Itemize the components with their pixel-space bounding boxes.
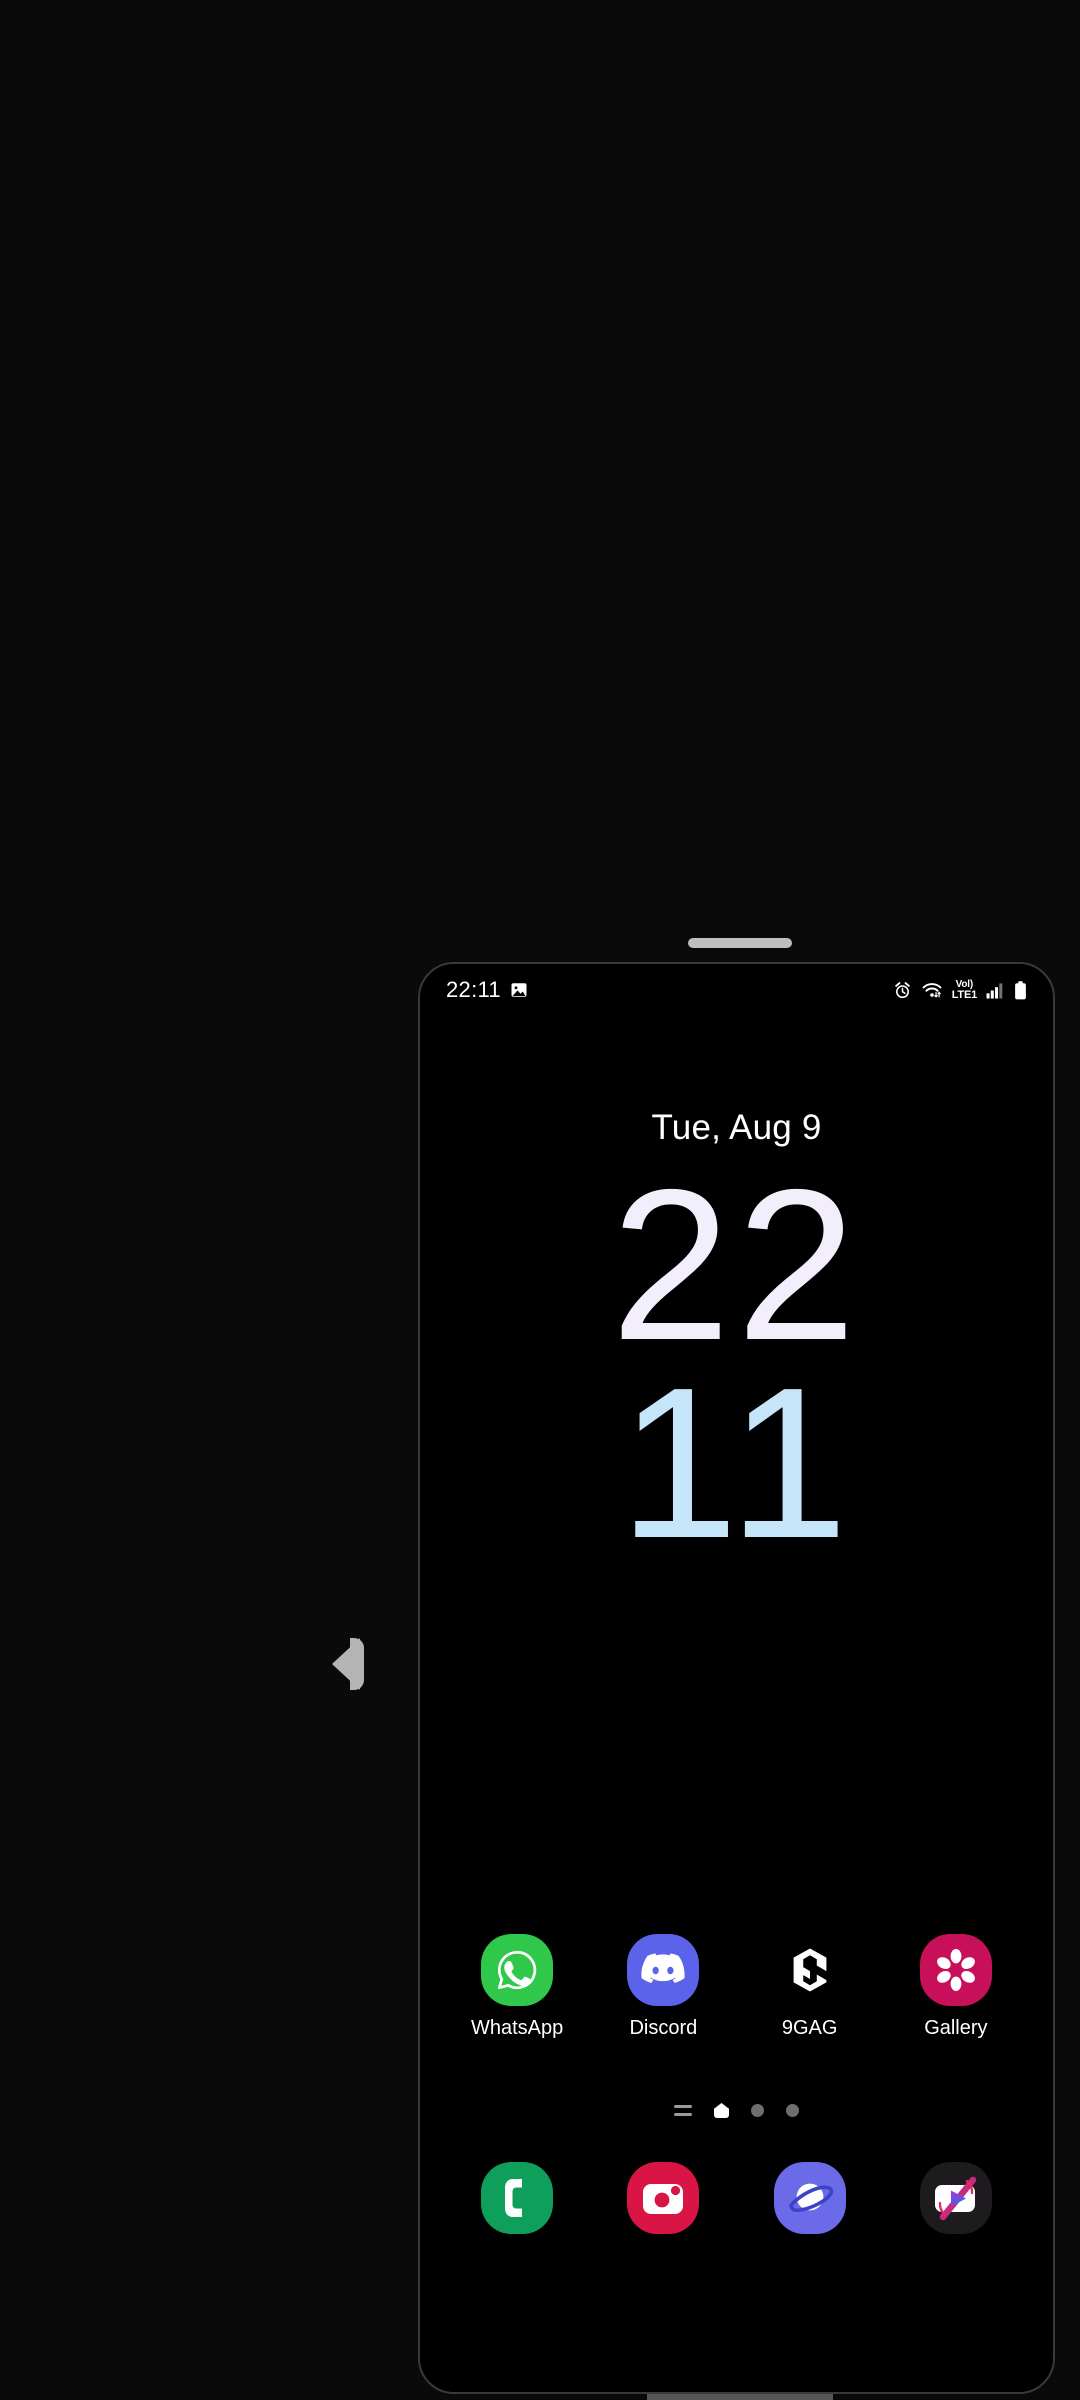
app-label: WhatsApp [470,2017,564,2039]
lock-date: Tue, Aug 9 [651,1108,822,1147]
discord-icon[interactable] [627,1934,700,2006]
clock-minutes: 11 [618,1341,855,1583]
youtube-vanced-icon[interactable] [919,2162,992,2234]
status-bar-left: 22:11 [446,977,528,1003]
dock-item-internet[interactable] [751,2162,869,2234]
app-label: 9GAG [781,2017,838,2039]
home-app-grid: WhatsApp Discord 9GAG Gallery [420,1934,1053,2040]
dock-item-camera[interactable] [604,2162,722,2234]
page-indicator-dot[interactable] [751,2104,764,2117]
camera-icon[interactable] [627,2162,700,2234]
samsung-internet-icon[interactable] [773,2162,846,2234]
battery-icon [1015,980,1026,999]
clock-hours: 22 [610,1144,863,1385]
volte-line-2: LTE1 [951,988,977,1001]
status-bar-right: Vol) LTE1 [893,980,1027,1000]
dock-item-youtube-vanced[interactable] [897,2162,1015,2234]
gallery-icon[interactable] [919,1934,992,2006]
page-indicator-list-icon[interactable] [674,2105,692,2116]
app-ninegag[interactable]: 9GAG [751,1934,869,2040]
edge-panel-handle-body[interactable] [350,1638,364,1690]
window-drag-handle[interactable] [688,938,792,948]
status-bar-clock: 22:11 [446,977,501,1002]
volte-icon: Vol) LTE1 [952,980,977,1000]
ninegag-icon[interactable] [773,1934,846,2006]
app-discord[interactable]: Discord [604,1934,722,2040]
app-whatsapp[interactable]: WhatsApp [458,1934,576,2040]
whatsapp-icon[interactable] [481,1934,554,2006]
gallery-notification-icon [511,983,527,997]
wifi-icon [922,982,942,998]
phone-screen: 22:11 Vol) LTE1 Tue, Aug 9 22 11 WhatsAp… [420,964,1053,2392]
phone-icon[interactable] [481,2162,554,2234]
page-indicator-dot[interactable] [786,2104,799,2117]
signal-icon [986,982,1003,999]
clock-widget: 22 11 [420,1144,1053,1583]
app-label: Discord [629,2017,698,2039]
dock [420,2162,1053,2234]
page-indicator [420,2103,1053,2118]
page-indicator-home-icon[interactable] [714,2103,729,2118]
status-bar: 22:11 Vol) LTE1 [420,964,1053,1016]
alarm-icon [894,981,910,998]
dock-item-phone[interactable] [458,2162,576,2234]
phone-window: 22:11 Vol) LTE1 Tue, Aug 9 22 11 WhatsAp… [418,962,1055,2394]
app-gallery[interactable]: Gallery [897,1934,1015,2040]
screen-root: 22:11 Vol) LTE1 Tue, Aug 9 22 11 WhatsAp… [0,0,1080,2400]
app-label: Gallery [924,2017,988,2039]
